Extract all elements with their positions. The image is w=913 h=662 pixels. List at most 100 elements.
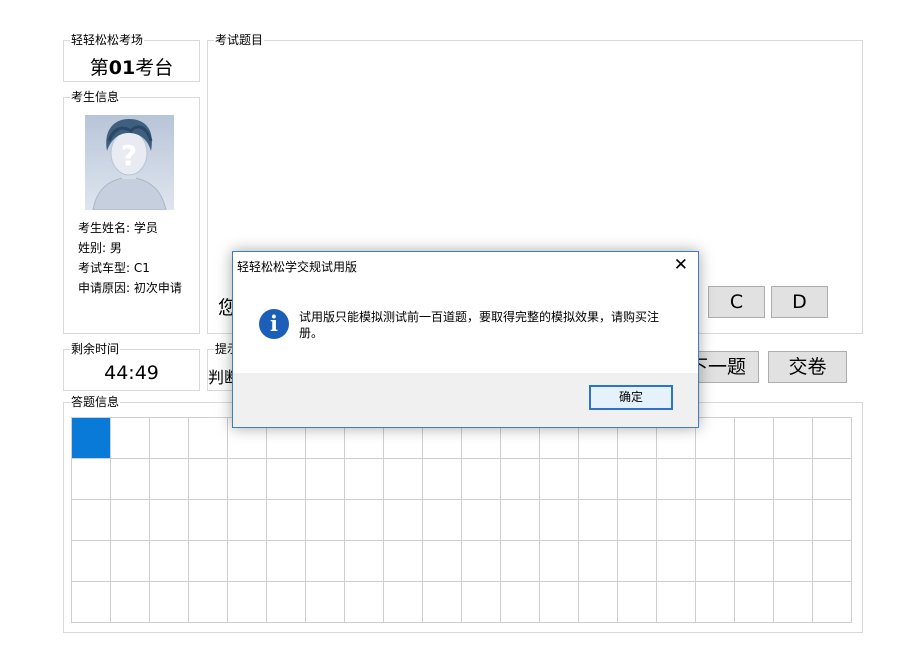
answer-cell[interactable] [110,417,150,459]
answer-cell[interactable] [734,581,774,623]
answer-cell[interactable] [422,458,462,500]
student-info-label: 考生信息 [70,90,121,104]
answer-cell[interactable] [461,458,501,500]
answer-cell[interactable] [773,458,813,500]
answer-cell[interactable] [149,499,189,541]
answer-cell[interactable] [461,499,501,541]
answer-cell[interactable] [617,540,657,582]
option-d-button[interactable]: D [771,286,828,318]
answer-cell[interactable] [344,581,384,623]
answer-cell[interactable] [695,417,735,459]
answer-cell[interactable] [734,458,774,500]
answer-cell[interactable] [149,417,189,459]
answer-cell[interactable] [500,499,540,541]
answer-cell[interactable] [110,458,150,500]
answer-info-group: 答题信息 [63,395,863,633]
answer-cell[interactable] [188,540,228,582]
answer-cell[interactable] [539,458,579,500]
answer-cell[interactable] [149,458,189,500]
answer-cell[interactable] [695,458,735,500]
answer-cell[interactable] [344,458,384,500]
exam-venue-label: 轻轻松松考场 [70,33,145,47]
answer-cell[interactable] [656,458,696,500]
answer-cell[interactable] [695,581,735,623]
answer-cell[interactable] [227,458,267,500]
exam-venue-group: 轻轻松松考场 第01考台 [63,33,200,82]
answer-cell[interactable] [188,581,228,623]
answer-cell[interactable] [812,417,852,459]
answer-cell[interactable] [305,458,345,500]
answer-cell[interactable] [71,417,111,459]
answer-cell[interactable] [461,540,501,582]
answer-cell[interactable] [734,540,774,582]
ok-button[interactable]: 确定 [589,385,673,410]
answer-cell[interactable] [539,540,579,582]
answer-cell[interactable] [812,458,852,500]
answer-cell[interactable] [149,540,189,582]
answer-cell[interactable] [71,581,111,623]
answer-cell[interactable] [617,458,657,500]
answer-cell[interactable] [812,540,852,582]
answer-cell[interactable] [227,540,267,582]
answer-cell[interactable] [773,417,813,459]
answer-cell[interactable] [266,458,306,500]
answer-cell[interactable] [695,499,735,541]
answer-cell[interactable] [578,499,618,541]
answer-cell[interactable] [461,581,501,623]
answer-cell[interactable] [773,499,813,541]
answer-cell[interactable] [656,499,696,541]
submit-button[interactable]: 交卷 [768,351,847,383]
answer-cell[interactable] [227,581,267,623]
info-icon: i [259,309,289,339]
answer-cell[interactable] [617,499,657,541]
answer-cell[interactable] [344,499,384,541]
answer-cell[interactable] [110,540,150,582]
answer-cell[interactable] [110,581,150,623]
answer-cell[interactable] [695,540,735,582]
answer-cell[interactable] [578,458,618,500]
answer-cell[interactable] [500,581,540,623]
answer-cell[interactable] [71,540,111,582]
answer-cell[interactable] [422,540,462,582]
answer-cell[interactable] [266,540,306,582]
answer-cell[interactable] [71,499,111,541]
answer-cell[interactable] [188,417,228,459]
answer-cell[interactable] [812,499,852,541]
answer-cell[interactable] [383,458,423,500]
answer-cell[interactable] [656,540,696,582]
answer-cell[interactable] [188,458,228,500]
answer-cell[interactable] [617,581,657,623]
answer-cell[interactable] [110,499,150,541]
answer-cell[interactable] [188,499,228,541]
answer-cell[interactable] [383,499,423,541]
answer-cell[interactable] [305,581,345,623]
answer-cell[interactable] [422,499,462,541]
answer-cell[interactable] [149,581,189,623]
answer-cell[interactable] [578,581,618,623]
answer-cell[interactable] [500,540,540,582]
answer-cell[interactable] [773,540,813,582]
answer-cell[interactable] [539,581,579,623]
answer-cell[interactable] [812,581,852,623]
answer-cell[interactable] [500,458,540,500]
answer-cell[interactable] [227,499,267,541]
svg-text:?: ? [121,139,137,172]
answer-cell[interactable] [266,581,306,623]
answer-cell[interactable] [773,581,813,623]
answer-cell[interactable] [578,540,618,582]
answer-cell[interactable] [734,417,774,459]
answer-cell[interactable] [383,581,423,623]
option-c-button[interactable]: C [708,286,765,318]
answer-cell[interactable] [383,540,423,582]
answer-cell[interactable] [305,499,345,541]
answer-cell[interactable] [305,540,345,582]
answer-cell[interactable] [71,458,111,500]
answer-grid-row [71,540,852,582]
answer-cell[interactable] [422,581,462,623]
answer-cell[interactable] [344,540,384,582]
close-icon[interactable]: ✕ [674,255,688,275]
answer-cell[interactable] [734,499,774,541]
answer-cell[interactable] [656,581,696,623]
answer-cell[interactable] [539,499,579,541]
answer-cell[interactable] [266,499,306,541]
